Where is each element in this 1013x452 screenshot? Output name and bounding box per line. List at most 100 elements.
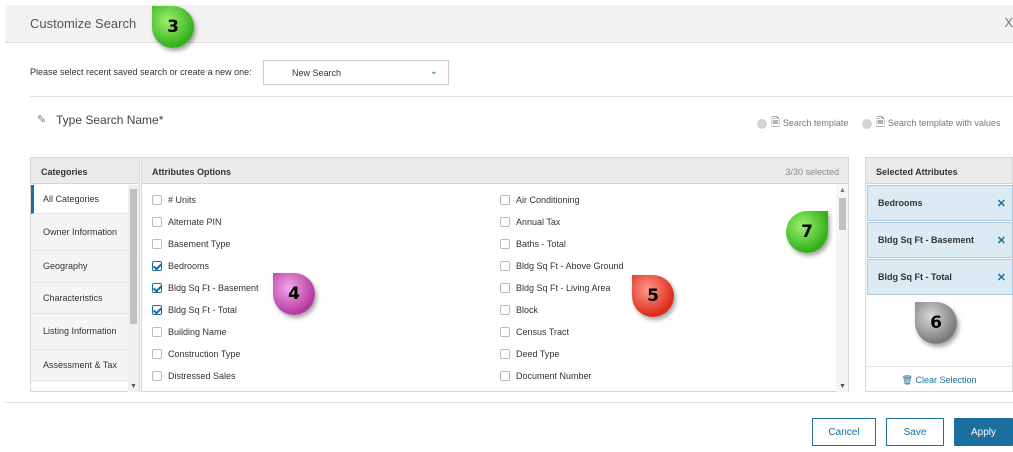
- attribute-checkbox[interactable]: Building Name: [152, 327, 227, 337]
- attribute-label: Census Tract: [516, 327, 570, 337]
- selected-attribute-label: Bldg Sq Ft - Total: [878, 272, 952, 282]
- checkbox[interactable]: [500, 239, 510, 249]
- category-assessment-tax[interactable]: Assessment & Tax: [31, 350, 128, 381]
- attribute-checkbox[interactable]: Bldg Sq Ft - Above Ground: [500, 261, 624, 271]
- checkbox-checked[interactable]: [152, 283, 162, 293]
- category-characteristics[interactable]: Characteristics: [31, 283, 128, 314]
- selected-attribute-label: Bldg Sq Ft - Basement: [878, 235, 975, 245]
- attribute-label: Building Name: [168, 327, 227, 337]
- cancel-button[interactable]: Cancel: [812, 418, 876, 446]
- save-button[interactable]: Save: [886, 418, 944, 446]
- attribute-label: Basement Type: [168, 239, 231, 249]
- attribute-checkbox[interactable]: Construction Type: [152, 349, 240, 359]
- category-geography[interactable]: Geography: [31, 251, 128, 283]
- attribute-checkbox[interactable]: Bldg Sq Ft - Basement: [152, 283, 259, 293]
- attribute-label: Bldg Sq Ft - Living Area: [516, 283, 611, 293]
- attribute-checkbox[interactable]: # Units: [152, 195, 196, 205]
- attribute-label: Baths - Total: [516, 239, 566, 249]
- divider: [30, 96, 1013, 97]
- attribute-label: Construction Type: [168, 349, 241, 359]
- template-option-search-template[interactable]: 🗎 Search template: [757, 114, 848, 133]
- callout-marker-6: 6: [915, 302, 957, 344]
- scroll-down-icon[interactable]: ▼: [130, 383, 137, 390]
- categories-header: Categories: [31, 158, 139, 184]
- remove-icon[interactable]: ✕: [997, 197, 1006, 210]
- attribute-label: Block: [516, 305, 539, 315]
- attribute-checkbox[interactable]: Block: [500, 305, 538, 315]
- radio-icon: [757, 118, 767, 129]
- checkbox[interactable]: [152, 327, 162, 337]
- checkbox[interactable]: [500, 217, 510, 227]
- scrollbar-thumb[interactable]: [130, 189, 137, 324]
- attribute-checkbox[interactable]: Bedrooms: [152, 261, 209, 271]
- template-option-with-values[interactable]: 🗎 Search template with values: [862, 114, 1000, 133]
- attributes-scrollbar[interactable]: ▲ ▼: [836, 185, 848, 392]
- checkbox[interactable]: [500, 371, 510, 381]
- attribute-checkbox[interactable]: Deed Type: [500, 349, 559, 359]
- attribute-checkbox[interactable]: Bldg Sq Ft - Total: [152, 305, 237, 315]
- scroll-down-icon[interactable]: ▼: [839, 383, 846, 390]
- checkbox[interactable]: [500, 327, 510, 337]
- scrollbar-thumb[interactable]: [839, 198, 846, 230]
- checkbox[interactable]: [152, 239, 162, 249]
- categories-panel: Categories All Categories Owner Informat…: [30, 157, 140, 392]
- callout-marker-3: 3: [152, 6, 194, 48]
- attribute-checkbox[interactable]: Baths - Total: [500, 239, 566, 249]
- attribute-label: Document Number: [516, 371, 592, 381]
- checkbox[interactable]: [500, 305, 510, 315]
- attribute-checkbox[interactable]: Document Number: [500, 371, 592, 381]
- attribute-label: Alternate PIN: [168, 217, 222, 227]
- document-search-icon: 🗎: [771, 117, 780, 129]
- apply-button[interactable]: Apply: [954, 418, 1013, 446]
- checkbox[interactable]: [152, 217, 162, 227]
- selected-attribute-item: Bldg Sq Ft - Total ✕: [867, 259, 1013, 295]
- document-values-icon: 🗎: [876, 117, 885, 129]
- radio-icon: [862, 118, 872, 129]
- selected-attribute-label: Bedrooms: [878, 198, 923, 208]
- attribute-label: Bldg Sq Ft - Total: [168, 305, 237, 315]
- callout-marker-4: 4: [273, 273, 315, 315]
- checkbox[interactable]: [500, 349, 510, 359]
- checkbox-checked[interactable]: [152, 261, 162, 271]
- checkbox[interactable]: [500, 283, 510, 293]
- category-listing-information[interactable]: Listing Information: [31, 314, 128, 350]
- checkbox[interactable]: [152, 349, 162, 359]
- categories-scrollbar[interactable]: ▼: [128, 185, 139, 392]
- clear-selection-button[interactable]: 🗑 Clear Selection: [866, 366, 1012, 392]
- checkbox[interactable]: [152, 371, 162, 381]
- template-option-label: Search template: [782, 117, 849, 128]
- divider: [5, 402, 1013, 403]
- callout-marker-7: 7: [786, 211, 828, 253]
- category-owner-information[interactable]: Owner Information: [31, 214, 128, 251]
- attribute-checkbox[interactable]: Census Tract: [500, 327, 569, 337]
- checkbox-checked[interactable]: [152, 305, 162, 315]
- attribute-label: Bldg Sq Ft - Above Ground: [516, 261, 624, 271]
- checkbox[interactable]: [500, 195, 510, 205]
- category-all-categories[interactable]: All Categories: [31, 185, 128, 214]
- selected-count: 3/30 selected: [785, 167, 839, 177]
- attribute-checkbox[interactable]: Basement Type: [152, 239, 230, 249]
- saved-search-label: Please select recent saved search or cre…: [30, 67, 252, 77]
- attribute-checkbox[interactable]: Air Conditioning: [500, 195, 580, 205]
- scroll-up-icon[interactable]: ▲: [839, 187, 846, 194]
- checkbox[interactable]: [152, 195, 162, 205]
- selected-attribute-item: Bldg Sq Ft - Basement ✕: [867, 222, 1013, 258]
- close-icon[interactable]: X: [1004, 15, 1013, 30]
- dialog-title: Customize Search: [30, 16, 137, 31]
- attribute-checkbox[interactable]: Distressed Sales: [152, 371, 236, 381]
- chevron-down-icon: ⌄: [429, 66, 438, 77]
- attribute-label: Deed Type: [516, 349, 560, 359]
- template-option-label: Search template with values: [887, 117, 1001, 128]
- saved-search-dropdown[interactable]: New Search ⌄: [263, 60, 449, 85]
- saved-search-value: New Search: [292, 68, 342, 78]
- selected-attribute-item: Bedrooms ✕: [867, 185, 1013, 221]
- attribute-checkbox[interactable]: Annual Tax: [500, 217, 560, 227]
- checkbox[interactable]: [500, 261, 510, 271]
- attribute-checkbox[interactable]: Bldg Sq Ft - Living Area: [500, 283, 611, 293]
- attribute-label: Bldg Sq Ft - Basement: [168, 283, 259, 293]
- trash-icon: 🗑: [901, 375, 913, 385]
- remove-icon[interactable]: ✕: [997, 234, 1006, 247]
- attribute-checkbox[interactable]: Alternate PIN: [152, 217, 222, 227]
- attributes-header-label: Attributes Options: [152, 167, 231, 177]
- remove-icon[interactable]: ✕: [997, 271, 1006, 284]
